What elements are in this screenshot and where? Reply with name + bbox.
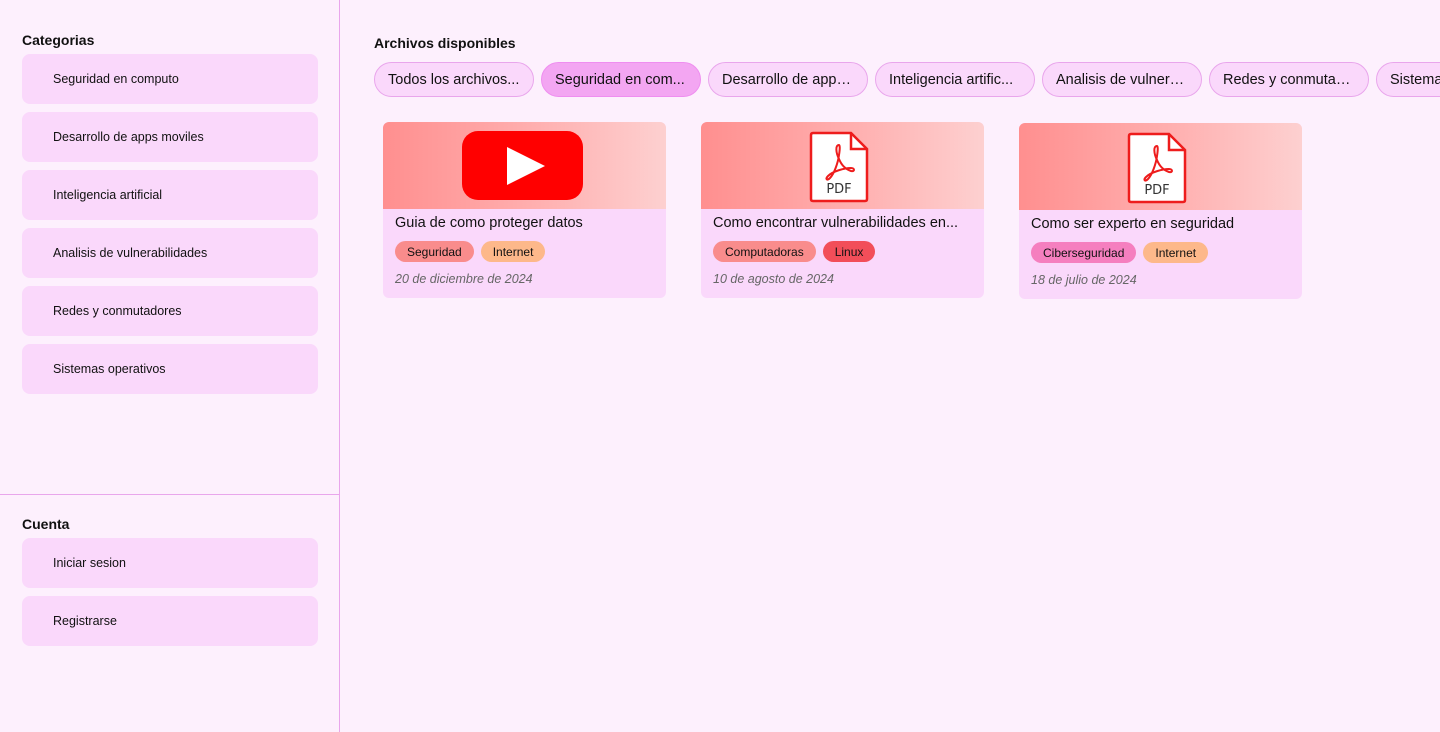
file-title: Como encontrar vulnerabilidades en... bbox=[713, 215, 959, 231]
sidebar-item-analisis-de-vulnerabilidades[interactable]: Analisis de vulnerabilidades bbox=[22, 228, 318, 278]
play-icon bbox=[507, 147, 545, 185]
pdf-icon-text: PDF bbox=[1144, 183, 1169, 198]
register-button[interactable]: Registrarse bbox=[22, 596, 318, 646]
main-content: Archivos disponibles Todos los archivos.… bbox=[341, 0, 1440, 732]
sidebar-item-desarrollo-de-apps-moviles[interactable]: Desarrollo de apps moviles bbox=[22, 112, 318, 162]
file-title: Guia de como proteger datos bbox=[395, 215, 583, 231]
sidebar-item-label: Redes y conmutadores bbox=[53, 304, 182, 318]
filter-chip-label: Redes y conmutad... bbox=[1223, 71, 1355, 88]
sidebar-item-label: Inteligencia artificial bbox=[53, 188, 163, 202]
filter-chip-label: Sistemas operativos bbox=[1390, 71, 1440, 88]
filter-chip-analisis[interactable]: Analisis de vulnera... bbox=[1042, 62, 1202, 97]
file-title: Como ser experto en seguridad bbox=[1031, 216, 1235, 232]
file-card[interactable]: PDF Como ser experto en seguridad Cibers… bbox=[1019, 123, 1302, 299]
sidebar-item-label: Analisis de vulnerabilidades bbox=[53, 246, 208, 260]
filter-chip-inteligencia[interactable]: Inteligencia artific... bbox=[875, 62, 1035, 97]
filter-chip-label: Analisis de vulnera... bbox=[1056, 71, 1188, 88]
file-card[interactable]: PDF Como encontrar vulnerabilidades en..… bbox=[701, 122, 984, 298]
filter-chip-label: Inteligencia artific... bbox=[889, 71, 1014, 88]
filter-chip-label: Todos los archivos... bbox=[388, 71, 520, 88]
sidebar-item-label: Sistemas operativos bbox=[53, 362, 166, 376]
file-date: 18 de julio de 2024 bbox=[1031, 273, 1137, 287]
sidebar: Categorias Seguridad en computo Desarrol… bbox=[0, 0, 340, 732]
account-title: Cuenta bbox=[22, 516, 70, 532]
filter-chip-seguridad[interactable]: Seguridad en com... bbox=[541, 62, 701, 97]
filter-chip-label: Seguridad en com... bbox=[555, 71, 685, 88]
register-label: Registrarse bbox=[53, 614, 117, 628]
sidebar-item-seguridad-en-computo[interactable]: Seguridad en computo bbox=[22, 54, 318, 104]
youtube-icon bbox=[462, 131, 583, 200]
tag-badge: Seguridad bbox=[395, 241, 474, 262]
filter-chips: Todos los archivos... Seguridad en com..… bbox=[374, 62, 1440, 97]
sidebar-item-label: Seguridad en computo bbox=[53, 72, 179, 86]
categories-title: Categorias bbox=[22, 32, 95, 48]
sidebar-item-inteligencia-artificial[interactable]: Inteligencia artificial bbox=[22, 170, 318, 220]
login-button[interactable]: Iniciar sesion bbox=[22, 538, 318, 588]
tag-badge: Internet bbox=[480, 241, 546, 262]
file-tags: Computadoras Linux bbox=[713, 241, 876, 262]
file-tags: Ciberseguridad Internet bbox=[1031, 242, 1209, 263]
login-label: Iniciar sesion bbox=[53, 556, 126, 570]
filter-chip-todos[interactable]: Todos los archivos... bbox=[374, 62, 534, 97]
file-thumbnail: PDF bbox=[1019, 123, 1302, 210]
file-thumbnail bbox=[383, 122, 666, 209]
tag-badge: Ciberseguridad bbox=[1031, 242, 1137, 263]
tag-badge: Internet bbox=[1143, 242, 1209, 263]
pdf-icon-text: PDF bbox=[826, 182, 851, 197]
sidebar-item-sistemas-operativos[interactable]: Sistemas operativos bbox=[22, 344, 318, 394]
file-card[interactable]: Guia de como proteger datos Seguridad In… bbox=[383, 122, 666, 298]
file-date: 10 de agosto de 2024 bbox=[713, 272, 834, 286]
tag-badge: Linux bbox=[822, 241, 876, 262]
page-title: Archivos disponibles bbox=[374, 35, 516, 51]
sidebar-divider bbox=[0, 494, 340, 495]
filter-chip-sistemas[interactable]: Sistemas operativos bbox=[1376, 62, 1440, 97]
file-thumbnail: PDF bbox=[701, 122, 984, 209]
pdf-icon: PDF bbox=[809, 131, 869, 203]
filter-chip-desarrollo[interactable]: Desarrollo de apps... bbox=[708, 62, 868, 97]
tag-badge: Computadoras bbox=[713, 241, 816, 262]
sidebar-item-label: Desarrollo de apps moviles bbox=[53, 130, 204, 144]
file-tags: Seguridad Internet bbox=[395, 241, 546, 262]
sidebar-item-redes-y-conmutadores[interactable]: Redes y conmutadores bbox=[22, 286, 318, 336]
filter-chip-redes[interactable]: Redes y conmutad... bbox=[1209, 62, 1369, 97]
file-date: 20 de diciembre de 2024 bbox=[395, 272, 533, 286]
filter-chip-label: Desarrollo de apps... bbox=[722, 71, 854, 88]
pdf-icon: PDF bbox=[1127, 132, 1187, 204]
